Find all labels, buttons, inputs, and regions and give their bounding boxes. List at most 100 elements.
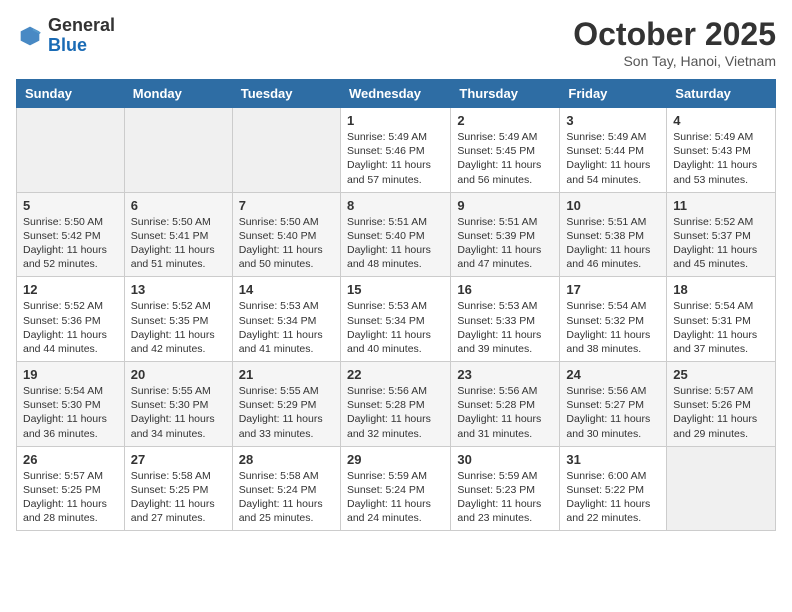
cell-info: Sunrise: 5:57 AM Sunset: 5:25 PM Dayligh…	[23, 469, 118, 526]
day-number: 23	[457, 367, 553, 382]
cell-info: Sunrise: 5:52 AM Sunset: 5:35 PM Dayligh…	[131, 299, 226, 356]
calendar-cell: 7 Sunrise: 5:50 AM Sunset: 5:40 PM Daylig…	[232, 192, 340, 277]
day-number: 27	[131, 452, 226, 467]
day-number: 1	[347, 113, 444, 128]
calendar-cell: 10 Sunrise: 5:51 AM Sunset: 5:38 PM Dayli…	[560, 192, 667, 277]
day-number: 15	[347, 282, 444, 297]
calendar-cell: 29 Sunrise: 5:59 AM Sunset: 5:24 PM Dayli…	[340, 446, 450, 531]
calendar-cell: 28Sunrise: 5:58 AM Sunset: 5:24 PM Dayli…	[232, 446, 340, 531]
calendar-cell: 31 Sunrise: 6:00 AM Sunset: 5:22 PM Dayli…	[560, 446, 667, 531]
calendar-week-row: 5 Sunrise: 5:50 AM Sunset: 5:42 PM Daylig…	[17, 192, 776, 277]
day-number: 14	[239, 282, 334, 297]
cell-info: Sunrise: 5:51 AM Sunset: 5:38 PM Dayligh…	[566, 215, 660, 272]
calendar-table: SundayMondayTuesdayWednesdayThursdayFrid…	[16, 79, 776, 531]
calendar-cell: 15 Sunrise: 5:53 AM Sunset: 5:34 PM Dayli…	[340, 277, 450, 362]
page-header: General Blue October 2025 Son Tay, Hanoi…	[16, 16, 776, 69]
cell-info: Sunrise: 5:51 AM Sunset: 5:39 PM Dayligh…	[457, 215, 553, 272]
day-number: 3	[566, 113, 660, 128]
calendar-cell: 3 Sunrise: 5:49 AM Sunset: 5:44 PM Daylig…	[560, 108, 667, 193]
day-number: 2	[457, 113, 553, 128]
cell-info: Sunrise: 5:54 AM Sunset: 5:30 PM Dayligh…	[23, 384, 118, 441]
calendar-cell: 19 Sunrise: 5:54 AM Sunset: 5:30 PM Dayli…	[17, 362, 125, 447]
day-number: 24	[566, 367, 660, 382]
day-number: 13	[131, 282, 226, 297]
calendar-cell: 4 Sunrise: 5:49 AM Sunset: 5:43 PM Daylig…	[667, 108, 776, 193]
cell-info: Sunrise: 5:56 AM Sunset: 5:27 PM Dayligh…	[566, 384, 660, 441]
cell-info: Sunrise: 5:50 AM Sunset: 5:40 PM Dayligh…	[239, 215, 334, 272]
calendar-cell: 17 Sunrise: 5:54 AM Sunset: 5:32 PM Dayli…	[560, 277, 667, 362]
cell-info: Sunrise: 5:58 AM Sunset: 5:25 PM Dayligh…	[131, 469, 226, 526]
cell-info: Sunrise: 6:00 AM Sunset: 5:22 PM Dayligh…	[566, 469, 660, 526]
calendar-cell: 24 Sunrise: 5:56 AM Sunset: 5:27 PM Dayli…	[560, 362, 667, 447]
calendar-cell: 5 Sunrise: 5:50 AM Sunset: 5:42 PM Daylig…	[17, 192, 125, 277]
cell-info: Sunrise: 5:54 AM Sunset: 5:32 PM Dayligh…	[566, 299, 660, 356]
day-number: 31	[566, 452, 660, 467]
cell-info: Sunrise: 5:49 AM Sunset: 5:44 PM Dayligh…	[566, 130, 660, 187]
day-number: 16	[457, 282, 553, 297]
calendar-cell: 30Sunrise: 5:59 AM Sunset: 5:23 PM Dayli…	[451, 446, 560, 531]
day-number: 12	[23, 282, 118, 297]
cell-info: Sunrise: 5:52 AM Sunset: 5:37 PM Dayligh…	[673, 215, 769, 272]
day-number: 21	[239, 367, 334, 382]
calendar-cell: 20Sunrise: 5:55 AM Sunset: 5:30 PM Dayli…	[124, 362, 232, 447]
calendar-cell: 22Sunrise: 5:56 AM Sunset: 5:28 PM Dayli…	[340, 362, 450, 447]
location: Son Tay, Hanoi, Vietnam	[573, 53, 776, 69]
day-number: 7	[239, 198, 334, 213]
calendar-cell: 16Sunrise: 5:53 AM Sunset: 5:33 PM Dayli…	[451, 277, 560, 362]
month-title: October 2025	[573, 16, 776, 53]
cell-info: Sunrise: 5:54 AM Sunset: 5:31 PM Dayligh…	[673, 299, 769, 356]
calendar-cell: 27 Sunrise: 5:58 AM Sunset: 5:25 PM Dayli…	[124, 446, 232, 531]
calendar-cell: 23 Sunrise: 5:56 AM Sunset: 5:28 PM Dayli…	[451, 362, 560, 447]
day-number: 25	[673, 367, 769, 382]
day-number: 4	[673, 113, 769, 128]
calendar-cell: 25Sunrise: 5:57 AM Sunset: 5:26 PM Dayli…	[667, 362, 776, 447]
logo-text: General Blue	[48, 16, 115, 56]
day-number: 30	[457, 452, 553, 467]
cell-info: Sunrise: 5:49 AM Sunset: 5:43 PM Dayligh…	[673, 130, 769, 187]
calendar-week-row: 1 Sunrise: 5:49 AM Sunset: 5:46 PM Daylig…	[17, 108, 776, 193]
day-of-week-header: Friday	[560, 80, 667, 108]
logo-general: General	[48, 16, 115, 36]
calendar-cell	[124, 108, 232, 193]
logo: General Blue	[16, 16, 115, 56]
cell-info: Sunrise: 5:55 AM Sunset: 5:29 PM Dayligh…	[239, 384, 334, 441]
calendar-cell: 2 Sunrise: 5:49 AM Sunset: 5:45 PM Daylig…	[451, 108, 560, 193]
cell-info: Sunrise: 5:49 AM Sunset: 5:46 PM Dayligh…	[347, 130, 444, 187]
cell-info: Sunrise: 5:53 AM Sunset: 5:34 PM Dayligh…	[239, 299, 334, 356]
day-number: 11	[673, 198, 769, 213]
calendar-cell: 8Sunrise: 5:51 AM Sunset: 5:40 PM Daylig…	[340, 192, 450, 277]
day-number: 29	[347, 452, 444, 467]
cell-info: Sunrise: 5:50 AM Sunset: 5:41 PM Dayligh…	[131, 215, 226, 272]
day-number: 22	[347, 367, 444, 382]
calendar-cell: 21 Sunrise: 5:55 AM Sunset: 5:29 PM Dayli…	[232, 362, 340, 447]
calendar-cell: 26 Sunrise: 5:57 AM Sunset: 5:25 PM Dayli…	[17, 446, 125, 531]
calendar-week-row: 19 Sunrise: 5:54 AM Sunset: 5:30 PM Dayli…	[17, 362, 776, 447]
day-number: 9	[457, 198, 553, 213]
cell-info: Sunrise: 5:50 AM Sunset: 5:42 PM Dayligh…	[23, 215, 118, 272]
cell-info: Sunrise: 5:51 AM Sunset: 5:40 PM Dayligh…	[347, 215, 444, 272]
day-number: 17	[566, 282, 660, 297]
calendar-cell: 18 Sunrise: 5:54 AM Sunset: 5:31 PM Dayli…	[667, 277, 776, 362]
calendar-cell: 11 Sunrise: 5:52 AM Sunset: 5:37 PM Dayli…	[667, 192, 776, 277]
calendar-header-row: SundayMondayTuesdayWednesdayThursdayFrid…	[17, 80, 776, 108]
day-number: 28	[239, 452, 334, 467]
day-number: 19	[23, 367, 118, 382]
day-number: 5	[23, 198, 118, 213]
calendar-cell: 1 Sunrise: 5:49 AM Sunset: 5:46 PM Daylig…	[340, 108, 450, 193]
day-of-week-header: Thursday	[451, 80, 560, 108]
calendar-cell: 6Sunrise: 5:50 AM Sunset: 5:41 PM Daylig…	[124, 192, 232, 277]
cell-info: Sunrise: 5:49 AM Sunset: 5:45 PM Dayligh…	[457, 130, 553, 187]
calendar-cell	[232, 108, 340, 193]
logo-icon	[16, 22, 44, 50]
cell-info: Sunrise: 5:53 AM Sunset: 5:34 PM Dayligh…	[347, 299, 444, 356]
day-number: 18	[673, 282, 769, 297]
cell-info: Sunrise: 5:59 AM Sunset: 5:24 PM Dayligh…	[347, 469, 444, 526]
day-of-week-header: Monday	[124, 80, 232, 108]
day-of-week-header: Saturday	[667, 80, 776, 108]
day-number: 26	[23, 452, 118, 467]
logo-blue: Blue	[48, 36, 115, 56]
day-of-week-header: Wednesday	[340, 80, 450, 108]
cell-info: Sunrise: 5:56 AM Sunset: 5:28 PM Dayligh…	[457, 384, 553, 441]
day-number: 10	[566, 198, 660, 213]
day-of-week-header: Tuesday	[232, 80, 340, 108]
